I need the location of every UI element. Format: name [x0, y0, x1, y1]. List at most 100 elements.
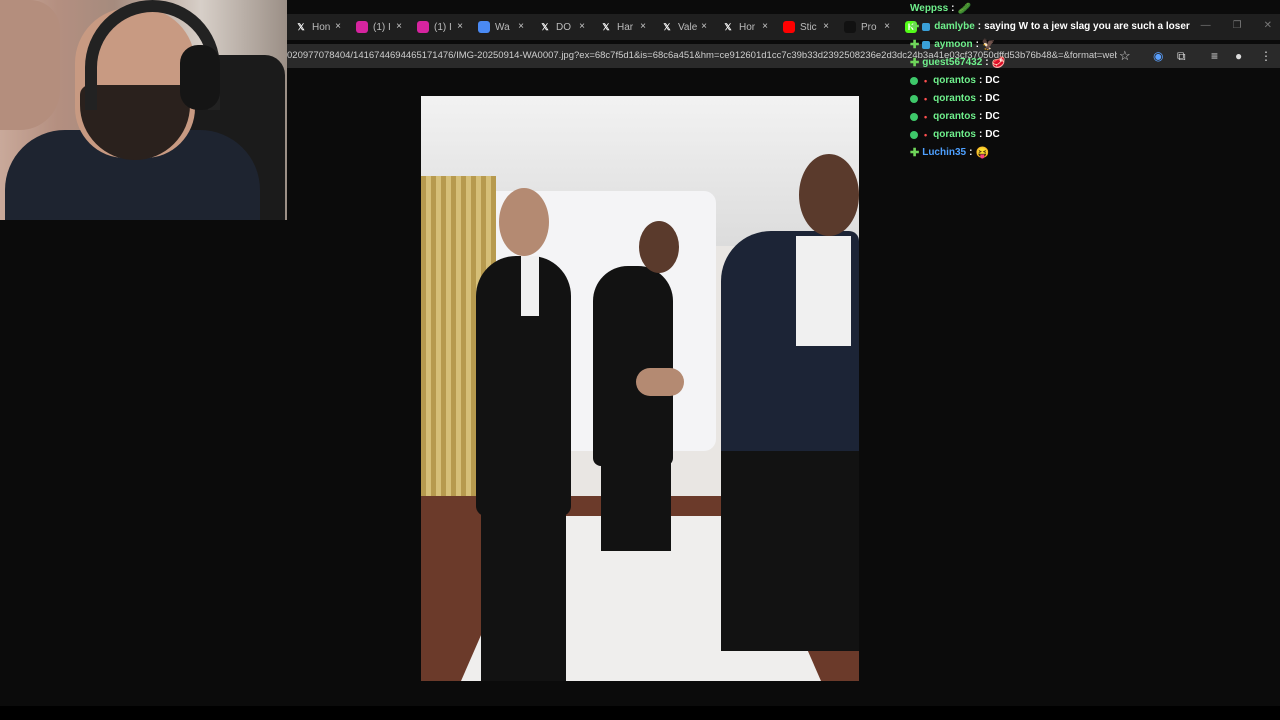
groom-head	[499, 188, 549, 256]
read-aloud-icon[interactable]: ◉	[1153, 49, 1163, 63]
tab-close-icon[interactable]: ×	[701, 21, 707, 32]
handshake	[636, 368, 684, 396]
address-bar[interactable]: 020977078404/1416744694465171476/IMG-202…	[287, 44, 1280, 68]
chat-username[interactable]: aymoon	[934, 36, 972, 54]
chat-separator: :	[951, 3, 955, 14]
tab-close-icon[interactable]: ×	[396, 21, 402, 32]
black-trousers	[481, 496, 566, 681]
chat-username[interactable]: qorantos	[933, 90, 976, 108]
browser-tab[interactable]: 𝕏 DO ×	[531, 14, 592, 40]
status-dot-icon: •	[924, 130, 928, 140]
headset-earcup	[180, 45, 220, 110]
chat-separator: :	[977, 21, 982, 32]
chat-message-text: DC	[985, 93, 1000, 104]
web-icon	[478, 21, 490, 33]
chat-message: • qorantos: DC	[910, 72, 1000, 90]
navy-man-shirt	[796, 236, 851, 346]
tab-title: Hon	[312, 21, 331, 33]
taskbar-strip	[0, 706, 1280, 720]
verified-badge-icon	[910, 77, 918, 85]
browser-tab[interactable]: 𝕏 Vale ×	[653, 14, 714, 40]
profile-avatar-icon[interactable]: ●	[1235, 49, 1242, 63]
chat-username[interactable]: qorantos	[933, 72, 976, 90]
tab-title: (1) I	[434, 21, 452, 33]
x-logo-icon: 𝕏	[539, 21, 551, 33]
chat-emote-icon: 🥒	[957, 3, 972, 15]
tab-close-icon[interactable]: ×	[884, 21, 890, 32]
tiktok-icon	[844, 21, 856, 33]
tab-title: Hor	[739, 21, 756, 33]
verified-badge-icon	[910, 131, 918, 139]
chat-separator: :	[975, 39, 979, 50]
tab-title: Wa	[495, 21, 510, 33]
browser-tab[interactable]: 𝕏 Hor ×	[714, 14, 775, 40]
restore-icon[interactable]: ❐	[1233, 20, 1242, 31]
chat-separator: :	[978, 111, 983, 122]
tab-close-icon[interactable]: ×	[518, 21, 524, 32]
subscriber-badge-icon	[922, 23, 931, 31]
man-in-black-suit-middle	[593, 266, 673, 466]
chat-message: Weppss: 🥒	[910, 0, 971, 18]
tab-title: Pro	[861, 21, 877, 33]
browser-tab[interactable]: (1) I ×	[409, 14, 470, 40]
status-dot-icon: •	[924, 112, 928, 122]
window-controls: — ❐ ✕	[1201, 20, 1272, 31]
chat-username[interactable]: Luchin35	[922, 144, 966, 162]
browser-tab[interactable]: 𝕏 Hon ×	[287, 14, 348, 40]
browser-tab[interactable]: Pro ×	[836, 14, 897, 40]
bookmark-star-icon[interactable]: ☆	[1119, 48, 1131, 64]
chat-separator: :	[978, 93, 983, 104]
chat-separator: :	[969, 147, 973, 158]
tab-close-icon[interactable]: ×	[579, 21, 585, 32]
tab-close-icon[interactable]: ×	[823, 21, 829, 32]
tab-close-icon[interactable]: ×	[335, 21, 341, 32]
chat-separator: :	[978, 75, 983, 86]
chat-separator: :	[978, 129, 983, 140]
chat-username[interactable]: qorantos	[933, 126, 976, 144]
tab-title: Har	[617, 21, 634, 33]
moderator-badge-icon: ✚	[910, 147, 920, 159]
middle-man-head	[639, 221, 679, 273]
moderator-badge-icon: ✚	[910, 39, 920, 51]
x-logo-icon: 𝕏	[295, 21, 307, 33]
chat-emote-icon: 🦅	[981, 39, 996, 51]
menu-kebab-icon[interactable]: ⋮	[1260, 49, 1272, 63]
chat-username[interactable]: Weppss	[910, 0, 948, 18]
tab-search-icon[interactable]: ≡	[1211, 49, 1218, 63]
extensions-icon[interactable]: ⧉	[1177, 49, 1186, 64]
navy-man-head	[799, 154, 859, 236]
chat-username[interactable]: qorantos	[933, 108, 976, 126]
chat-message: • qorantos: DC	[910, 126, 1000, 144]
tab-title: DO	[556, 21, 571, 33]
tab-close-icon[interactable]: ×	[640, 21, 646, 32]
subscriber-badge-icon	[922, 41, 931, 49]
browser-tab[interactable]: 𝕏 Har ×	[592, 14, 653, 40]
chat-message-text: DC	[985, 75, 1000, 86]
middle-man-trousers	[601, 456, 671, 551]
chat-message: ✚ aymoon: 🦅	[910, 36, 996, 54]
tab-close-icon[interactable]: ×	[457, 21, 463, 32]
close-window-icon[interactable]: ✕	[1264, 20, 1272, 31]
chat-username[interactable]: guest567432	[922, 54, 982, 72]
wedding-photo	[421, 96, 859, 681]
chat-message: • qorantos: DC	[910, 90, 1000, 108]
chat-username[interactable]: damlybe	[934, 18, 975, 36]
chat-emote-icon: 😝	[975, 147, 990, 159]
chat-message-text: saying W to a jew slag you are such a lo…	[984, 21, 1190, 32]
verified-badge-icon	[910, 95, 918, 103]
streamer-webcam	[0, 0, 287, 220]
tab-title: Stic	[800, 21, 817, 33]
tab-title: (1) I	[373, 21, 391, 33]
chat-separator: :	[985, 57, 989, 68]
minimize-icon[interactable]: —	[1201, 20, 1211, 31]
tab-close-icon[interactable]: ×	[762, 21, 768, 32]
browser-tab[interactable]: (1) I ×	[348, 14, 409, 40]
chat-message-text: DC	[985, 129, 1000, 140]
browser-tab[interactable]: Wa ×	[470, 14, 531, 40]
status-dot-icon: •	[924, 76, 928, 86]
instagram-icon	[356, 21, 368, 33]
browser-tab[interactable]: Stic ×	[775, 14, 836, 40]
verified-badge-icon	[910, 113, 918, 121]
moderator-badge-icon: ✚	[910, 57, 920, 69]
tab-title: Vale	[678, 21, 698, 33]
